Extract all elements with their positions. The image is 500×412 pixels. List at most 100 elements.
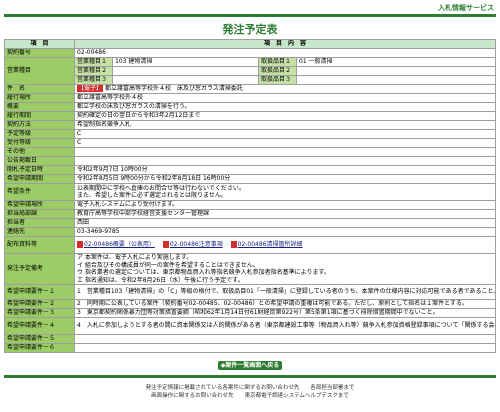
back-to-list-button[interactable]: ◆案件一覧画面へ戻る xyxy=(218,361,282,370)
row-label: 希望申請要件－３ xyxy=(4,308,75,318)
attachment-link-notes[interactable]: 02-00486注意事項 xyxy=(170,241,223,248)
attachment-link-details[interactable]: 02-00486清掃箇所詳細 xyxy=(238,241,303,248)
row-label: 概要 xyxy=(4,102,75,112)
sub-label: 取扱品目３ xyxy=(258,75,297,85)
business-type-2 xyxy=(112,66,259,76)
table-row: 件 名 【電子】 都立護富高等学校外４校 床及び窓ガラス清掃委託 xyxy=(4,84,496,94)
application-period: 令和2年8月5日 9時00分から令和2年8月18日 16時00分 xyxy=(74,174,496,184)
row-label: 配布資料等 xyxy=(4,236,75,254)
pdf-icon xyxy=(162,241,169,249)
remark-line: ウ 指名業者の選定については、東京都物品買入れ等指名競争入札参加者指名基準により… xyxy=(77,269,330,276)
application-place: 電子入札システムにより受付けます。 xyxy=(74,200,496,210)
row-label: 希望申請場所 xyxy=(4,200,75,210)
row-label: 担当者 xyxy=(4,218,75,228)
sub-label: 取扱品目１ xyxy=(258,57,297,67)
table-row: 担当局部課 教育庁高等学校中部学校経営支援センター管理課 xyxy=(4,209,496,219)
table-row: 担当者 西田 xyxy=(4,218,496,228)
department: 教育庁高等学校中部学校経営支援センター管理課 xyxy=(74,209,496,219)
pdf-icon xyxy=(77,241,83,249)
detail-table: 項 目 項 目 内 容 契約番号 02-00486 営業種目 営業種目１ 103… xyxy=(4,39,496,353)
requirement-2: 2 同時期に公表している案件（契約番号02-00485、02-00486）との希… xyxy=(74,299,496,309)
planned-grade: C xyxy=(74,129,496,139)
row-label: 営業種目 xyxy=(4,57,75,85)
table-row: 契約方法 希望制指名競争入札 xyxy=(4,120,496,130)
table-row: 履行場所 都立護富高等学校外４校 xyxy=(4,93,496,103)
table-row: 公告掲載日 xyxy=(4,156,496,166)
table-row: 営業種目２ 取扱品目２ xyxy=(5,66,496,76)
opening-datetime: 令和2年9月7日 10時00分 xyxy=(74,165,496,175)
requirement-3: 3 東京都契約関係暴力団等対策措置要綱（昭和62年1月14日付61財経庶第922… xyxy=(74,308,496,318)
location: 都立護富高等学校外４校 xyxy=(74,93,496,103)
table-row: 連絡先 03-3469-9785 xyxy=(4,227,496,237)
contact: 03-3469-9785 xyxy=(74,227,496,237)
sub-label: 取扱品目２ xyxy=(258,66,297,76)
requirement-1: 1 営業種目103「建物清掃」の「C」等級の格付で、取扱品目01「一般清掃」に登… xyxy=(74,284,496,300)
row-label: 発注予定備考 xyxy=(4,253,75,285)
remark-line: エ 指名通知は、令和2年8月26日（水）午後に行う予定です。 xyxy=(77,276,244,284)
row-label: 希望申請期間 xyxy=(4,174,75,184)
attachments: 02-00486概要（公表用） 02-00486注意事項 02-00486清掃箇… xyxy=(74,236,496,254)
table-row: 概要 都立学校の床及び窓ガラスの清掃を行う。 xyxy=(4,102,496,112)
row-label: 希望申請要件－２ xyxy=(4,299,75,309)
row-label: 公告掲載日 xyxy=(4,156,75,166)
sub-label: 営業種目３ xyxy=(74,75,113,85)
period: 契約確定の日の翌日から令和3年2月12日まで xyxy=(74,111,496,121)
requirement-6 xyxy=(74,343,496,353)
summary: 都立学校の床及び窓ガラスの清掃を行う。 xyxy=(74,102,496,112)
notice-date xyxy=(74,156,496,166)
table-row: 配布資料等 02-00486概要（公表用） 02-00486注意事項 02-00… xyxy=(4,236,496,254)
remark-line: イ 組合及びその構成員が同一の案件を希望することはできません。 xyxy=(77,261,259,269)
table-row: 希望申請要件－６ xyxy=(4,343,496,353)
row-label: 開札予定日時 xyxy=(4,165,75,175)
application-conditions: 公表期間中に学校へ倉庫のお問合せ等は行わないでください。 また、希望した案件に必ず… xyxy=(74,183,496,201)
table-row: 営業種目３ 取扱品目３ xyxy=(5,75,496,85)
row-label: 希望申請要件－１ xyxy=(4,284,75,300)
row-label: 件 名 xyxy=(4,84,75,94)
table-row: 希望申請要件－５ xyxy=(4,334,496,344)
sub-label: 営業種目１ xyxy=(74,57,113,67)
footer-line: 発注予定情報に掲載されている各案件に関するお問い合わせ先 各局担当部署まで xyxy=(145,385,355,391)
table-row: 希望条件 公表期間中に学校へ倉庫のお問合せ等は行わないでください。 また、希望した… xyxy=(4,183,496,201)
row-label: 担当局部課 xyxy=(4,209,75,219)
table-row: 発注予定備考 ア 本案件は、電子入札により実施します。 イ 組合及びその構成員が… xyxy=(4,253,496,285)
contract-number: 02-00486 xyxy=(74,48,496,58)
row-label: 希望申請要件－４ xyxy=(4,317,75,335)
table-row: 希望申請期間 令和2年8月5日 9時00分から令和2年8月18日 16時00分 xyxy=(4,174,496,184)
contract-method: 希望制指名競争入札 xyxy=(74,120,496,130)
row-label: 受付等級 xyxy=(4,138,75,148)
col-header-content: 項 目 内 容 xyxy=(74,39,496,49)
condition-line: また、希望した案件に必ず選定されるとは限りません。 xyxy=(77,192,227,199)
row-label: 希望条件 xyxy=(4,183,75,201)
table-row: 受付等級 C xyxy=(4,138,496,148)
row-label: 履行場所 xyxy=(4,93,75,103)
col-header-item: 項 目 xyxy=(4,39,75,49)
pdf-icon xyxy=(230,241,237,249)
row-label: 契約番号 xyxy=(4,48,75,58)
sub-label: 営業種目２ xyxy=(74,66,113,76)
table-row: 希望申請要件－２ 2 同時期に公表している案件（契約番号02-00485、02-0… xyxy=(4,299,496,309)
row-label: 連絡先 xyxy=(4,227,75,237)
subject: 【電子】 都立護富高等学校外４校 床及び窓ガラス清掃委託 xyxy=(74,84,496,94)
accepted-grade: C xyxy=(74,138,496,148)
business-type-1: 103 建物清掃 xyxy=(112,57,259,67)
bottom-divider xyxy=(4,375,496,378)
table-row: 予定等級 C xyxy=(4,129,496,139)
table-row: 希望申請要件－３ 3 東京都契約関係暴力団等対策措置要綱（昭和62年1月14日付6… xyxy=(4,308,496,318)
service-link[interactable]: 入札情報サービス xyxy=(438,3,494,13)
table-row: 営業種目 営業種目１ 103 建物清掃 取扱品目１ 01 一般清掃 xyxy=(4,57,496,85)
item-3 xyxy=(296,75,496,85)
row-label: 希望申請要件－５ xyxy=(4,334,75,344)
order-remarks: ア 本案件は、電子入札により実施します。 イ 組合及びその構成員が同一の案件を希… xyxy=(74,253,496,285)
requirement-4: 4 入札に参加しようとする者の間に資本関係又は人的関係がある者（東京都建設工事等… xyxy=(74,317,496,335)
attachment-link-summary[interactable]: 02-00486概要（公表用） xyxy=(84,241,155,248)
row-label: 契約方法 xyxy=(4,120,75,130)
person-in-charge: 西田 xyxy=(74,218,496,228)
row-label: その他 xyxy=(4,147,75,157)
table-row: 希望申請要件－１ 1 営業種目103「建物清掃」の「C」等級の格付で、取扱品目01… xyxy=(4,284,496,300)
subject-text: 都立護富高等学校外４校 床及び窓ガラス清掃委託 xyxy=(104,85,243,93)
table-row: 契約番号 02-00486 xyxy=(4,48,496,58)
business-type-3 xyxy=(112,75,259,85)
table-row: 希望申請要件－４ 4 入札に参加しようとする者の間に資本関係又は人的関係がある者（… xyxy=(4,317,496,335)
row-label: 予定等級 xyxy=(4,129,75,139)
item-1: 01 一般清掃 xyxy=(296,57,496,67)
